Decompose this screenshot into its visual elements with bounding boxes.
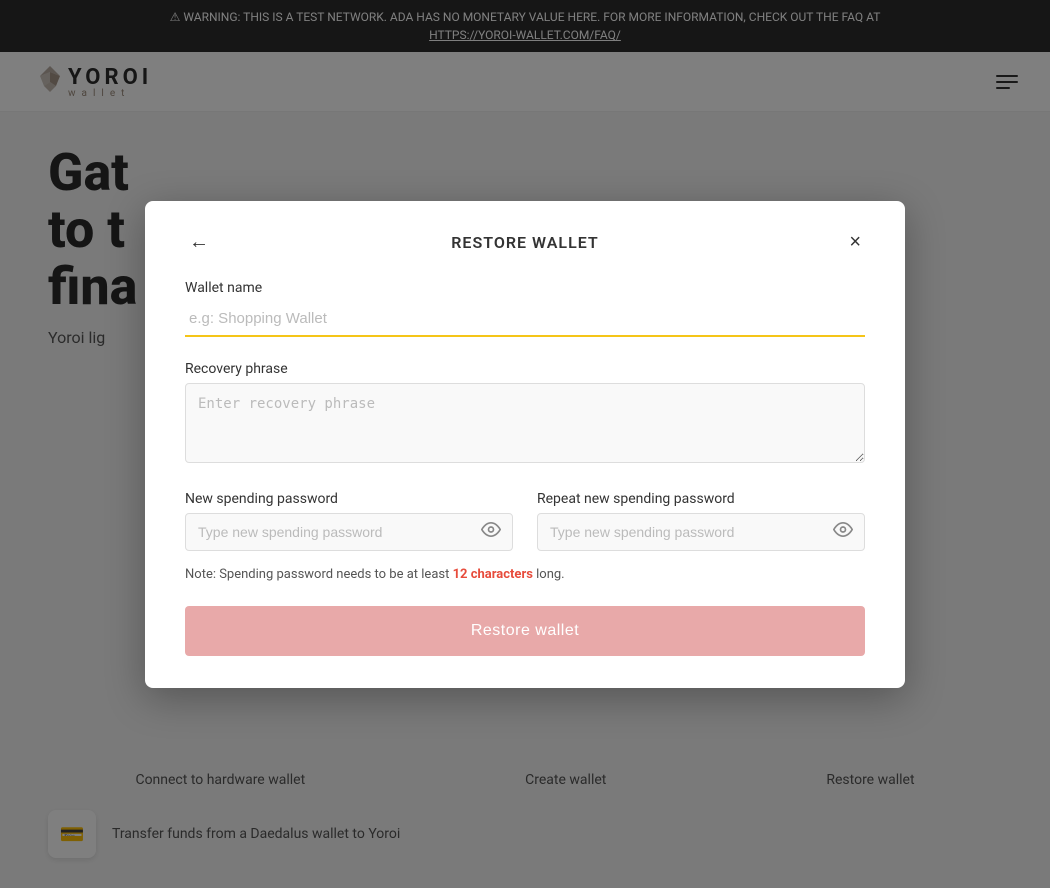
password-note: Note: Spending password needs to be at l… bbox=[185, 567, 865, 582]
modal-header: ← RESTORE WALLET × bbox=[185, 233, 865, 252]
wallet-name-label: Wallet name bbox=[185, 280, 865, 296]
recovery-phrase-field-group: Recovery phrase bbox=[185, 361, 865, 467]
new-password-label: New spending password bbox=[185, 491, 513, 507]
new-password-wrap bbox=[185, 513, 513, 551]
wallet-name-input[interactable] bbox=[185, 302, 865, 337]
restore-wallet-modal: ← RESTORE WALLET × Wallet name Recovery … bbox=[145, 201, 905, 688]
note-prefix: Note: Spending password needs to be at l… bbox=[185, 567, 453, 582]
modal-overlay: ← RESTORE WALLET × Wallet name Recovery … bbox=[0, 0, 1050, 888]
repeat-password-wrap bbox=[537, 513, 865, 551]
repeat-password-eye-icon[interactable] bbox=[833, 519, 853, 544]
new-password-input[interactable] bbox=[185, 513, 513, 551]
modal-title: RESTORE WALLET bbox=[451, 233, 598, 252]
repeat-password-label: Repeat new spending password bbox=[537, 491, 865, 507]
repeat-password-input[interactable] bbox=[537, 513, 865, 551]
recovery-phrase-input[interactable] bbox=[185, 383, 865, 463]
password-row: New spending password Repeat new spendin… bbox=[185, 491, 865, 551]
note-suffix: long. bbox=[533, 567, 565, 582]
wallet-name-field-group: Wallet name bbox=[185, 280, 865, 337]
repeat-password-field: Repeat new spending password bbox=[537, 491, 865, 551]
new-password-field: New spending password bbox=[185, 491, 513, 551]
recovery-phrase-label: Recovery phrase bbox=[185, 361, 865, 377]
restore-wallet-button[interactable]: Restore wallet bbox=[185, 606, 865, 656]
back-button[interactable]: ← bbox=[185, 227, 213, 258]
new-password-eye-icon[interactable] bbox=[481, 519, 501, 544]
close-button[interactable]: × bbox=[845, 227, 865, 258]
note-highlight: 12 characters bbox=[453, 567, 533, 582]
